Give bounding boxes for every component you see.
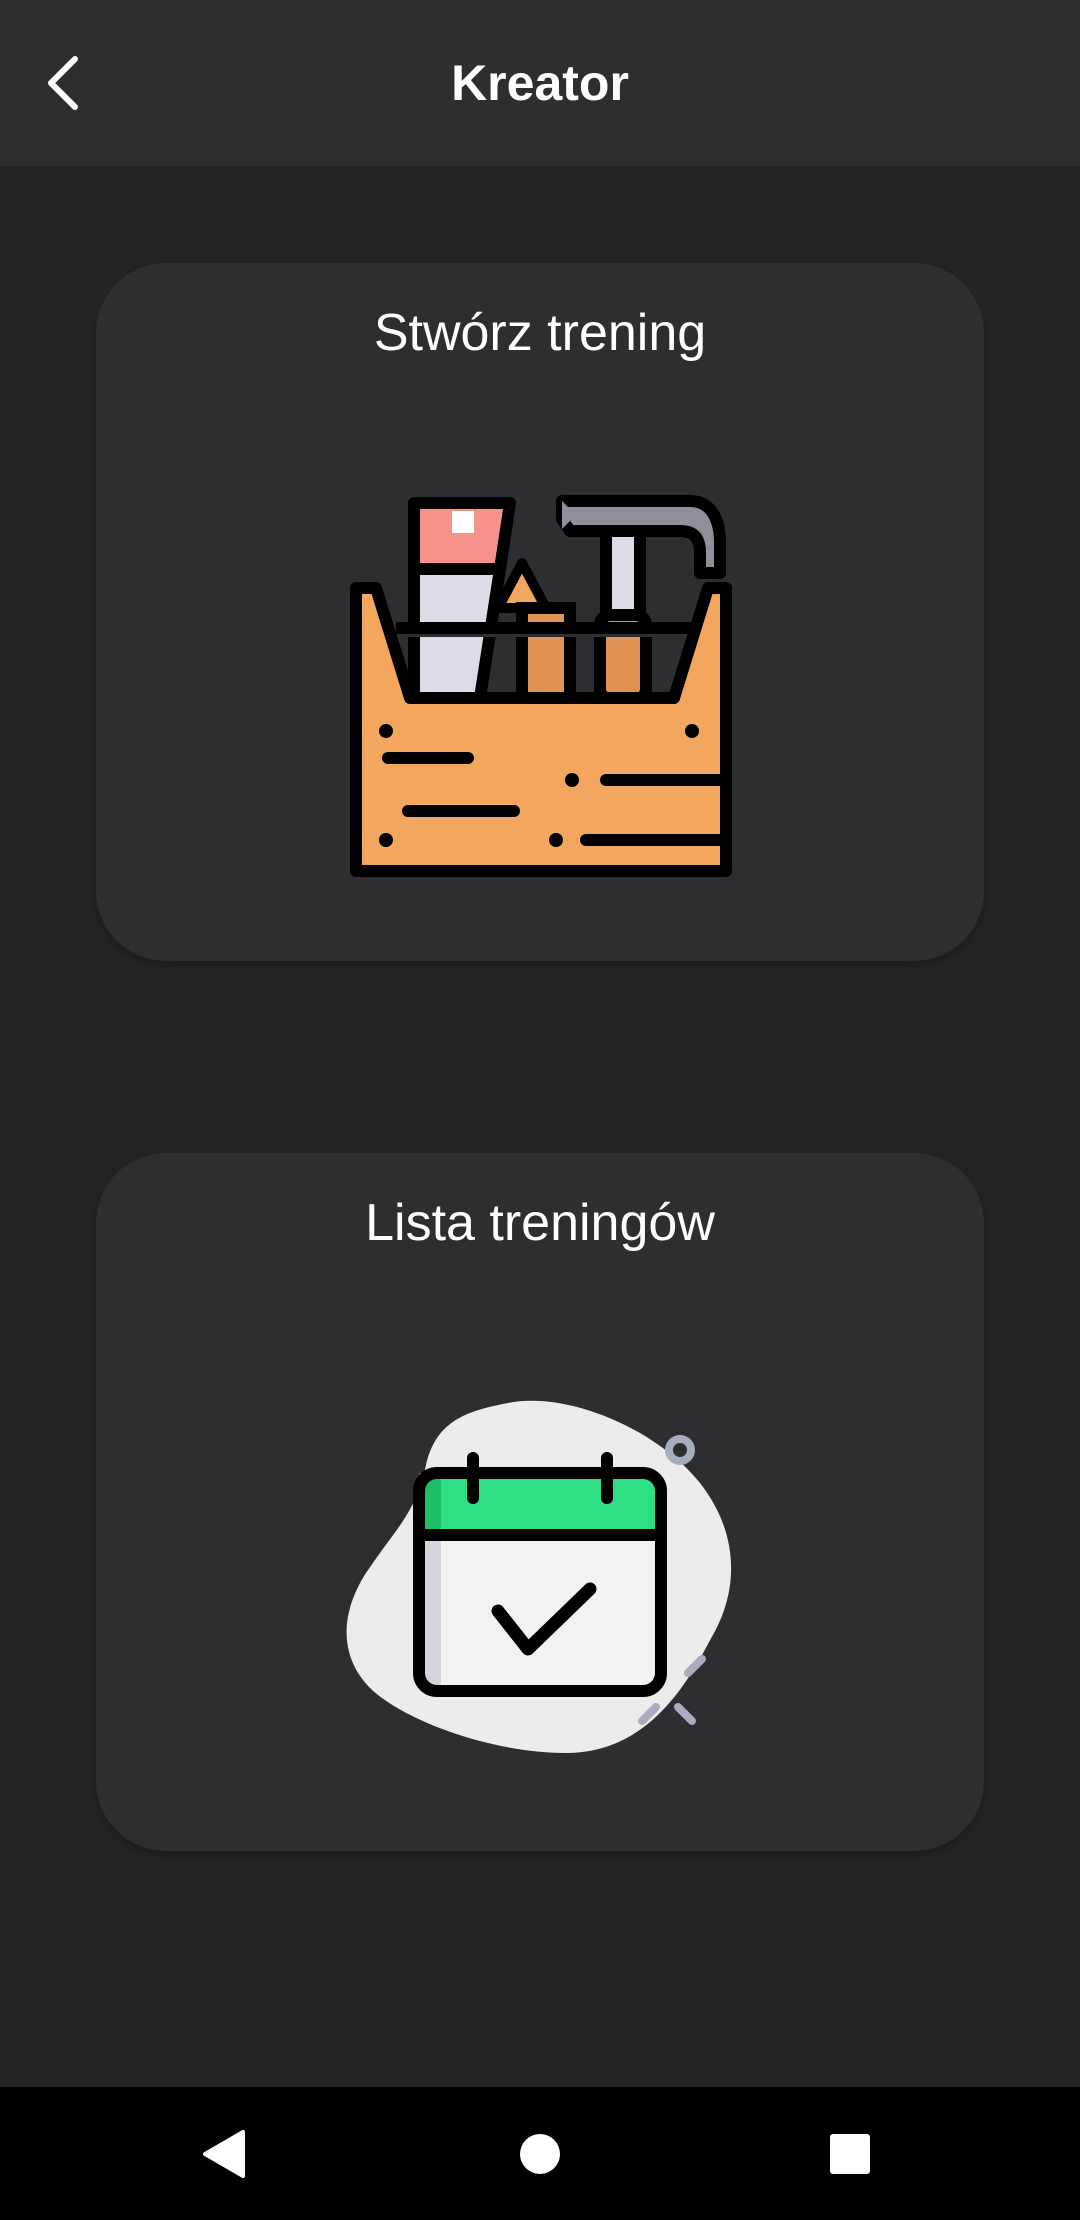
create-training-card[interactable]: Stwórz trening [96,263,984,961]
nav-back-button[interactable] [176,2109,276,2199]
back-button[interactable] [24,38,104,128]
nav-home-button[interactable] [490,2109,590,2199]
circle-home-icon [520,2134,560,2174]
triangle-back-icon [203,2130,245,2178]
page-title: Kreator [451,55,629,111]
app-bar: Kreator [0,0,1080,166]
square-recents-icon [830,2134,870,2174]
chevron-left-icon [48,56,78,110]
toolbox-icon [350,495,732,877]
system-navigation-bar [0,2087,1080,2220]
app-screen: Kreator Stwórz trening Lista treningów [0,0,1080,2220]
training-list-card[interactable]: Lista treningów [96,1153,984,1851]
nav-recents-button[interactable] [800,2109,900,2199]
calendar-check-icon [346,1400,732,1753]
